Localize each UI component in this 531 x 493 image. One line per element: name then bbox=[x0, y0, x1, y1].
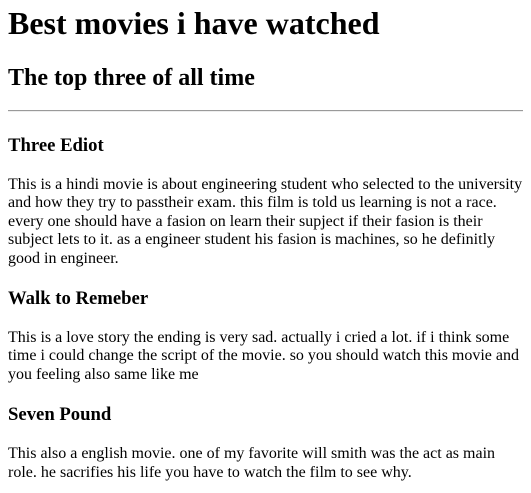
movie-entry-seven-pound: Seven Pound This also a english movie. o… bbox=[8, 404, 523, 482]
movie-title: Three Ediot bbox=[8, 135, 104, 156]
movie-description: This is a hindi movie is about engineeri… bbox=[8, 176, 523, 267]
page-subtitle: The top three of all time bbox=[8, 65, 255, 91]
movie-title: Seven Pound bbox=[8, 404, 112, 426]
movie-entry-walk-to-remeber: Walk to Remeber This is a love story the… bbox=[8, 288, 523, 384]
page-content: Best movies i have watched The top three… bbox=[0, 5, 531, 482]
divider bbox=[8, 110, 523, 112]
movie-entry-three-ediot: Three Ediot This is a hindi movie is abo… bbox=[8, 135, 523, 268]
page-title: Best movies i have watched bbox=[8, 5, 380, 41]
movie-description: This also a english movie. one of my fav… bbox=[8, 445, 496, 481]
movie-description: This is a love story the ending is very … bbox=[8, 329, 520, 383]
movie-title: Walk to Remeber bbox=[8, 288, 149, 310]
